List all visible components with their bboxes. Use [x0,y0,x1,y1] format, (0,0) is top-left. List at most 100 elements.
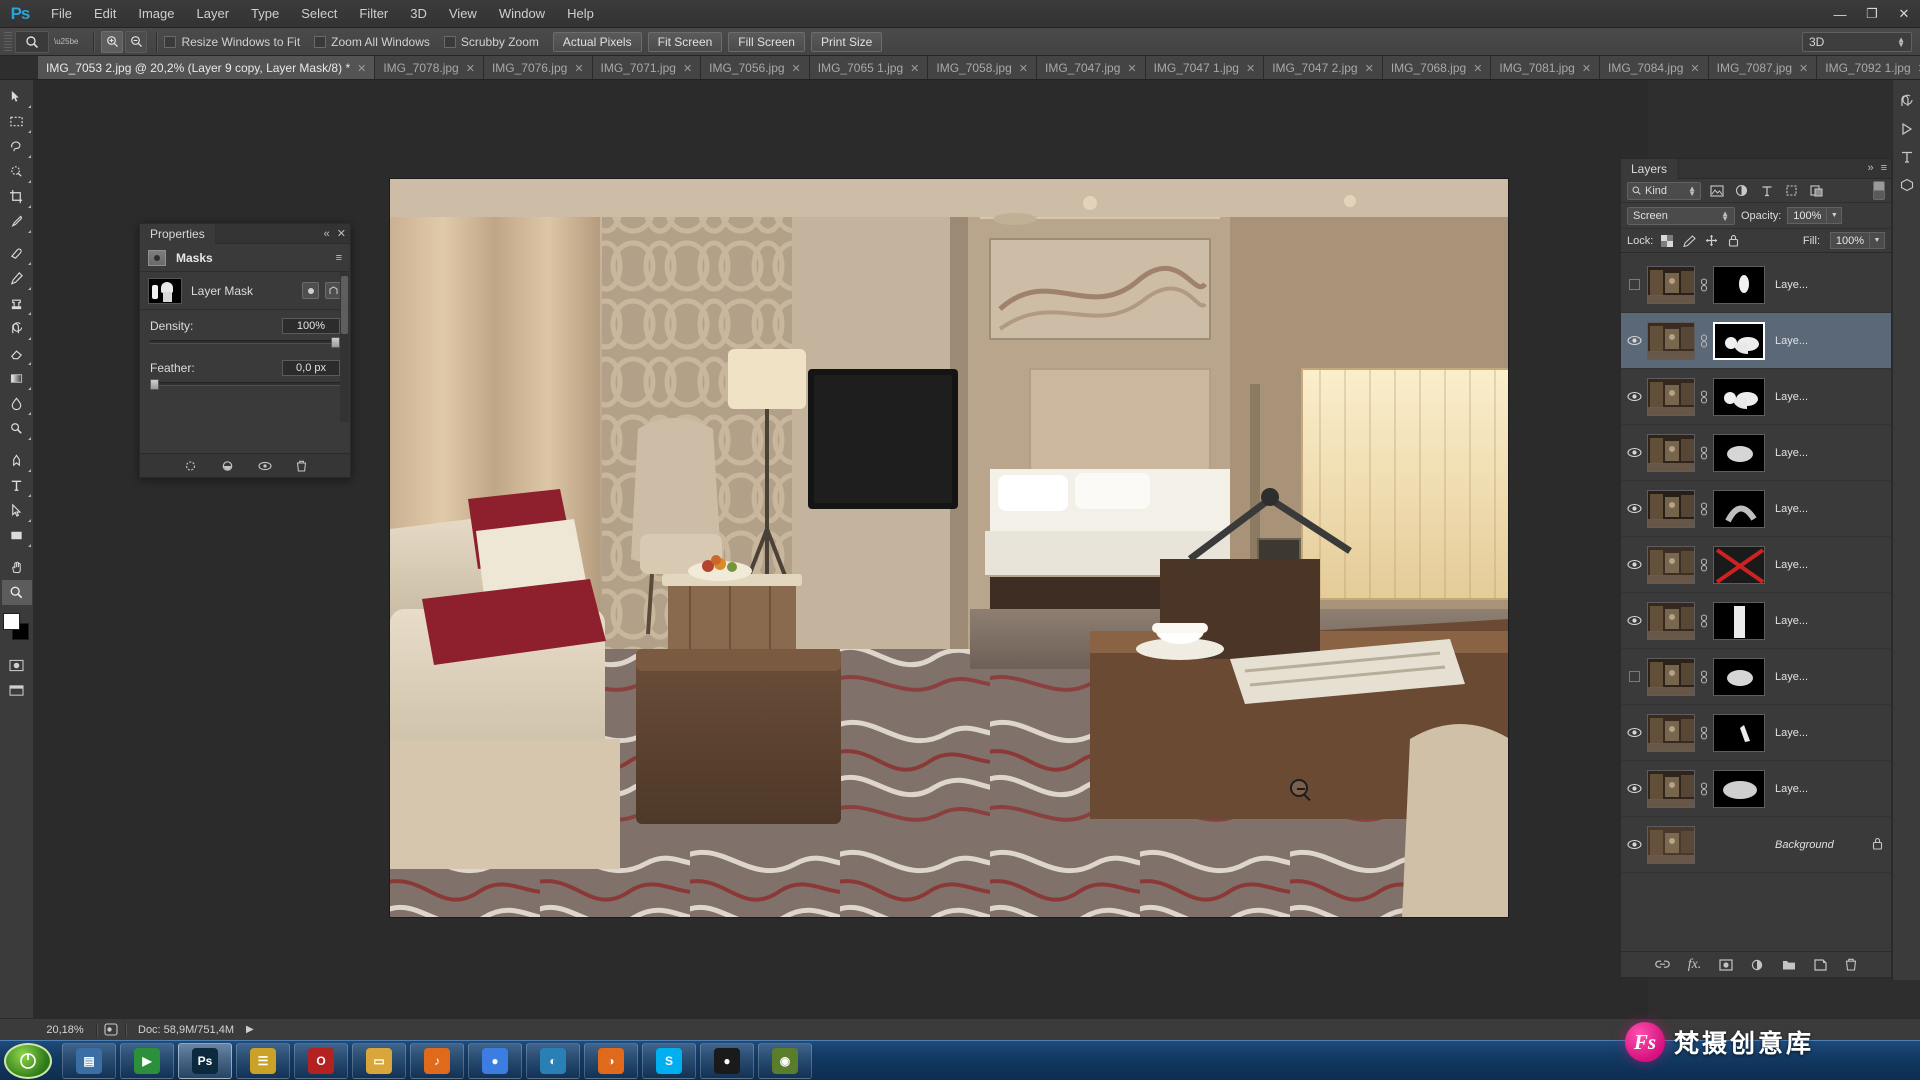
layer-mask-thumbnail[interactable] [1713,545,1765,584]
layer-visibility-toggle[interactable] [1621,447,1647,458]
document-canvas[interactable] [389,178,1509,918]
quick-selection-tool[interactable] [2,159,32,184]
layer-name[interactable]: Laye... [1775,391,1808,403]
layers-collapse-icon[interactable]: » [1867,162,1873,174]
layer-link-icon[interactable] [1695,389,1713,404]
taskbar-item-firefox[interactable]: ◑ [584,1042,638,1079]
tab-close-icon[interactable]: ✕ [574,62,583,75]
blur-tool[interactable] [2,391,32,416]
checkbox-resize-windows-to-fit[interactable]: Resize Windows to Fit [164,35,300,49]
tab-close-icon[interactable]: ✕ [1799,62,1808,75]
screen-mode-button[interactable] [2,678,32,703]
taskbar-item-music-app[interactable]: ♪ [410,1042,464,1079]
layer-visibility-toggle[interactable] [1621,615,1647,626]
taskbar-item-opera[interactable]: O [294,1042,348,1079]
tab-close-icon[interactable]: ✕ [1582,62,1591,75]
document-tab[interactable]: IMG_7047 1.jpg ✕ [1145,56,1265,79]
dodge-tool[interactable] [2,416,32,441]
lock-position-icon[interactable] [1703,233,1719,249]
canvas-area[interactable]: Properties « ✕ Masks ≡ Layer Mask Densit… [34,80,1648,1028]
layer-name[interactable]: Laye... [1775,279,1808,291]
layer-visibility-toggle[interactable] [1621,335,1647,346]
menu-item-3d[interactable]: 3D [399,0,438,28]
layer-row[interactable]: Laye... [1621,313,1891,369]
menu-item-edit[interactable]: Edit [83,0,127,28]
pen-tool[interactable] [2,448,32,473]
button-fit-screen[interactable]: Fit Screen [647,31,723,52]
layer-visibility-toggle[interactable] [1621,671,1647,682]
layer-mask-icon[interactable] [1719,958,1733,971]
disable-mask-icon[interactable] [257,460,272,472]
layer-row[interactable]: Laye... [1621,649,1891,705]
taskbar-item-explorer[interactable]: ☰ [236,1042,290,1079]
taskbar-item-browser-blue[interactable]: ◐ [526,1042,580,1079]
tab-close-icon[interactable]: ✕ [1690,62,1699,75]
document-tab[interactable]: IMG_7087.jpg ✕ [1708,56,1818,79]
layer-thumbnail[interactable] [1647,657,1695,696]
density-slider-knob[interactable] [331,337,340,348]
filter-toggle-switch[interactable] [1873,181,1885,200]
path-selection-tool[interactable] [2,498,32,523]
document-tab[interactable]: IMG_7056.jpg ✕ [701,56,810,79]
layer-name[interactable]: Laye... [1775,335,1808,347]
layer-name[interactable]: Laye... [1775,727,1808,739]
document-tab[interactable]: IMG_7053 2.jpg @ 20,2% (Layer 9 copy, La… [38,56,376,79]
document-tab[interactable]: IMG_7071.jpg ✕ [592,56,702,79]
crop-tool[interactable] [2,184,32,209]
menu-item-window[interactable]: Window [488,0,556,28]
layer-link-icon[interactable] [1695,669,1713,684]
checkbox-zoom-all-windows[interactable]: Zoom All Windows [314,35,430,49]
layer-thumbnail[interactable] [1647,713,1695,752]
document-tab[interactable]: IMG_7076.jpg ✕ [483,56,593,79]
layer-name[interactable]: Laye... [1775,503,1808,515]
checkbox-scrubby-zoom[interactable]: Scrubby Zoom [443,35,539,49]
tab-close-icon[interactable]: ✕ [1365,62,1374,75]
document-tab[interactable]: IMG_7058.jpg ✕ [928,56,1037,79]
layers-tab[interactable]: Layers [1621,158,1678,179]
menu-item-help[interactable]: Help [556,0,605,28]
layer-name[interactable]: Laye... [1775,559,1808,571]
layer-visibility-toggle[interactable] [1621,391,1647,402]
menu-item-select[interactable]: Select [290,0,348,28]
taskbar-item-folder[interactable]: ▭ [352,1042,406,1079]
density-value[interactable]: 100% [282,318,340,334]
new-group-icon[interactable] [1782,959,1796,971]
menu-item-view[interactable]: View [438,0,488,28]
delete-mask-icon[interactable] [296,460,307,472]
taskbar-item-dark-app[interactable]: ● [700,1042,754,1079]
menu-item-type[interactable]: Type [240,0,290,28]
lasso-tool[interactable] [2,134,32,159]
foreground-color-swatch[interactable] [2,613,20,630]
layers-menu-icon[interactable]: ≡ [1881,162,1887,174]
restore-button[interactable]: ❐ [1856,0,1888,28]
fill-value[interactable]: 100% [1830,232,1870,249]
layer-row[interactable]: Background [1621,817,1891,873]
pixel-filter-icon[interactable] [1707,181,1726,200]
layer-thumbnail[interactable] [1647,601,1695,640]
collapse-icon[interactable]: « [324,228,330,240]
zoom-level[interactable]: 20,18% [34,1024,96,1036]
layer-mask-thumbnail[interactable] [1713,321,1765,360]
layer-mask-thumbnail[interactable] [1713,433,1765,472]
history-panel-icon[interactable] [1894,88,1920,114]
lock-transparent-icon[interactable] [1659,233,1675,249]
brush-tool[interactable] [2,266,32,291]
proof-colors-icon[interactable] [97,1023,125,1036]
start-button[interactable] [4,1042,52,1079]
delete-layer-icon[interactable] [1845,958,1857,971]
document-tab[interactable]: IMG_7078.jpg ✕ [375,56,484,79]
smart-object-filter-icon[interactable] [1807,181,1826,200]
move-tool[interactable] [2,84,32,109]
layer-kind-select[interactable]: Kind ▲ ▼ [1627,181,1701,200]
zoom-tool[interactable] [1,580,32,605]
layer-row[interactable]: Laye... [1621,481,1891,537]
layer-visibility-toggle[interactable] [1621,727,1647,738]
layer-row[interactable]: Laye... [1621,537,1891,593]
layer-mask-thumbnail[interactable] [1713,713,1765,752]
layer-thumbnail[interactable] [1647,433,1695,472]
tab-close-icon[interactable]: ✕ [1127,62,1136,75]
tool-preset-picker[interactable] [15,30,49,53]
layer-mask-thumbnail[interactable] [1713,769,1765,808]
tab-close-icon[interactable]: ✕ [357,62,366,75]
layer-thumbnail[interactable] [1647,489,1695,528]
